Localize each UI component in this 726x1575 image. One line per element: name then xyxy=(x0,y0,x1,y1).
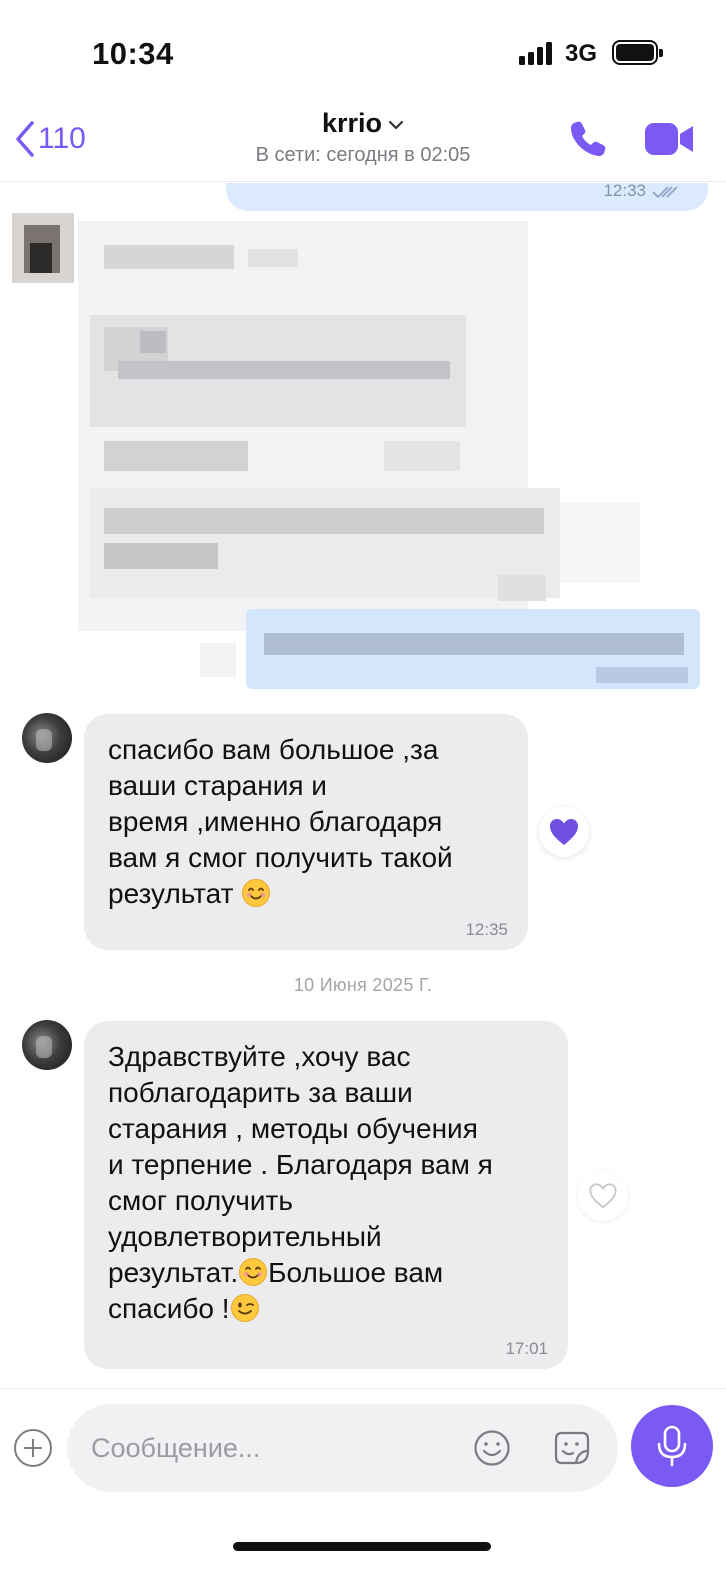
message-composer xyxy=(0,1388,726,1508)
incoming-message[interactable]: спасибо вам большое ,за ваши старания и … xyxy=(84,714,528,950)
smiling-face-emoji xyxy=(242,879,271,907)
message-text: Здравствуйте ,хочу вас поблагодарить за … xyxy=(108,1039,493,1327)
status-bar: 10:34 3G xyxy=(0,0,726,100)
contact-avatar[interactable] xyxy=(22,1020,72,1070)
microphone-icon xyxy=(657,1425,687,1467)
message-text-body: спасибо вам большое ,за ваши старания и … xyxy=(108,734,453,909)
message-input[interactable] xyxy=(91,1424,461,1472)
presence-status: В сети: сегодня в 02:05 xyxy=(255,144,471,166)
phone-call-icon[interactable] xyxy=(568,118,608,158)
date-separator: 10 Июня 2025 Г. xyxy=(293,975,433,995)
contact-name-label: krrio xyxy=(321,108,383,138)
chat-messages[interactable]: 12:33 спасибо вам большое ,за ваши стара… xyxy=(0,183,726,1388)
blurred-outgoing-message xyxy=(200,609,700,689)
heart-reaction-button[interactable] xyxy=(578,1171,628,1221)
liked-heart-reaction[interactable] xyxy=(539,807,589,857)
home-indicator xyxy=(233,1542,491,1551)
attach-plus-button[interactable] xyxy=(14,1429,52,1467)
network-type: 3G xyxy=(565,40,598,67)
heart-filled-icon xyxy=(550,819,578,845)
heart-outline-icon xyxy=(589,1183,617,1209)
chevron-down-icon xyxy=(388,120,404,129)
contact-avatar[interactable] xyxy=(22,713,72,763)
status-time: 10:34 xyxy=(92,36,174,71)
message-time: 17:01 xyxy=(505,1339,548,1358)
battery-icon xyxy=(612,40,663,65)
incoming-message[interactable]: Здравствуйте ,хочу вас поблагодарить за … xyxy=(84,1021,568,1369)
winking-face-emoji xyxy=(230,1294,259,1322)
message-time: 12:33 xyxy=(603,183,646,200)
contact-name[interactable]: krrio xyxy=(0,108,726,139)
video-call-icon[interactable] xyxy=(643,120,695,158)
read-checkmarks-icon xyxy=(652,186,678,199)
chat-header: 110 krrio В сети: сегодня в 02:05 xyxy=(0,100,726,182)
message-text: спасибо вам большое ,за ваши старания и … xyxy=(108,732,453,912)
smiling-face-emoji xyxy=(239,1258,268,1286)
signal-icon xyxy=(519,41,555,65)
message-time: 12:35 xyxy=(465,920,508,939)
voice-message-button[interactable] xyxy=(631,1405,713,1487)
sticker-icon[interactable] xyxy=(552,1429,592,1467)
emoji-smiley-icon[interactable] xyxy=(473,1429,511,1467)
message-text-body: Здравствуйте ,хочу вас поблагодарить за … xyxy=(108,1041,493,1288)
message-field[interactable] xyxy=(67,1404,618,1492)
